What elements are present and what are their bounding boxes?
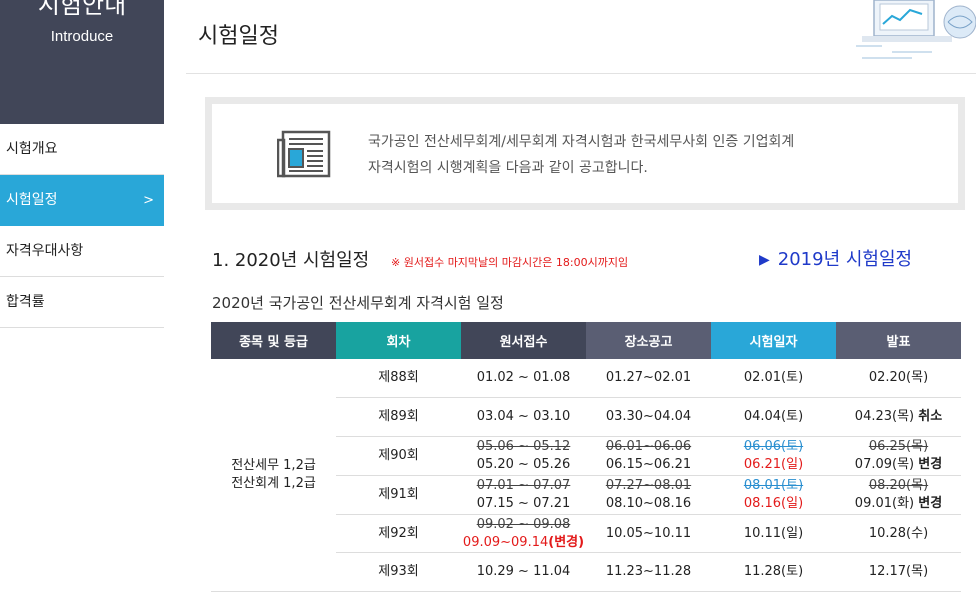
result-cell: 10.28(수) <box>836 514 961 554</box>
sidebar-item-label: 합격률 <box>6 294 45 310</box>
result-cell: 12.17(목) <box>836 552 961 593</box>
newspaper-icon <box>277 130 331 178</box>
chevron-right-icon: > <box>143 193 154 208</box>
round-cell: 제89회 <box>336 397 461 438</box>
result-note: 변경 <box>918 495 943 511</box>
apply-cell: 07.01 ~ 07.07 07.15 ~ 07.21 <box>461 475 586 515</box>
grade-line: 전산세무 1,2급 <box>231 458 316 474</box>
sidebar-item-label: 시험일정 <box>6 192 58 208</box>
round-cell: 제88회 <box>336 359 461 399</box>
exam-cell: 10.11(일) <box>711 514 836 554</box>
exam-cell: 06.06(토) 06.21(일) <box>711 436 836 476</box>
result-old: 06.25(목) <box>868 438 929 454</box>
header-venue: 장소공고 <box>586 322 711 359</box>
apply-old: 09.02 ~ 09.08 <box>476 516 571 532</box>
table-header-row: 종목 및 등급 회차 원서접수 장소공고 시험일자 발표 <box>211 322 961 359</box>
header-divider <box>186 73 976 74</box>
header-application: 원서접수 <box>461 322 586 359</box>
sidebar-item-label: 자격우대사항 <box>6 243 84 259</box>
venue-new: 08.10~08.16 <box>605 495 692 511</box>
apply-cell: 03.04 ~ 03.10 <box>461 397 586 438</box>
sidebar-item-benefits[interactable]: 자격우대사항 <box>0 226 164 277</box>
play-triangle-icon: ▶ <box>759 252 770 268</box>
exam-cell: 08.01(토) 08.16(일) <box>711 475 836 515</box>
result-note: 취소 <box>918 409 943 425</box>
section-heading: 1. 2020년 시험일정 <box>212 250 370 271</box>
exam-cell: 04.04(토) <box>711 397 836 438</box>
section-note: ※ 원서접수 마지막날의 마감시간은 18:00시까지임 <box>391 256 629 269</box>
exam-old: 06.06(토) <box>743 438 804 454</box>
venue-cell: 01.27~02.01 <box>586 359 711 399</box>
result-cell: 02.20(목) <box>836 359 961 399</box>
result-cell: 08.20(목) 09.01(화) 변경 <box>836 475 961 515</box>
notice-text: 국가공인 전산세무회계/세무회계 자격시험과 한국세무사회 인증 기업회계 자격… <box>368 129 794 181</box>
result-date: 07.09(목) <box>854 456 915 472</box>
sidebar-title: 시험안내 <box>37 0 127 19</box>
round-cell: 제91회 <box>336 475 461 515</box>
header-result: 발표 <box>836 322 961 359</box>
exam-new: 08.16(일) <box>743 495 804 511</box>
result-cell: 04.23(목) 취소 <box>836 397 961 438</box>
exam-cell: 02.01(토) <box>711 359 836 399</box>
exam-new: 06.21(일) <box>743 456 804 472</box>
venue-old: 06.01~06.06 <box>605 438 692 454</box>
header-round: 회차 <box>336 322 461 359</box>
round-cell: 제93회 <box>336 552 461 593</box>
apply-new: 07.15 ~ 07.21 <box>476 495 571 511</box>
venue-new: 06.15~06.21 <box>605 456 692 472</box>
venue-old: 07.27~08.01 <box>605 477 692 493</box>
apply-new: 09.09~09.14 <box>462 534 549 550</box>
venue-cell: 11.23~11.28 <box>586 552 711 593</box>
decoration-illustration <box>856 0 976 59</box>
sidebar-item-schedule[interactable]: 시험일정 > <box>0 175 164 226</box>
table-title: 2020년 국가공인 전산세무회계 자격시험 일정 <box>212 294 504 312</box>
result-old: 08.20(목) <box>868 477 929 493</box>
sidebar-header: 시험안내 Introduce <box>0 0 164 124</box>
result-note: 변경 <box>918 456 943 472</box>
header-exam-date: 시험일자 <box>711 322 836 359</box>
venue-cell: 06.01~06.06 06.15~06.21 <box>586 436 711 476</box>
sidebar-item-pass-rate[interactable]: 합격률 <box>0 277 164 328</box>
notice-box: 국가공인 전산세무회계/세무회계 자격시험과 한국세무사회 인증 기업회계 자격… <box>205 97 965 210</box>
round-cell: 제92회 <box>336 514 461 554</box>
sidebar-menu: 시험개요 시험일정 > 자격우대사항 합격률 <box>0 124 164 328</box>
link-2019-label: 2019년 시험일정 <box>777 249 913 270</box>
table-row: 전산세무 1,2급 전산회계 1,2급 제88회 01.02 ~ 01.08 0… <box>211 359 961 593</box>
apply-old: 07.01 ~ 07.07 <box>476 477 571 493</box>
apply-old: 05.06 ~ 05.12 <box>476 438 571 454</box>
sidebar-subtitle: Introduce <box>50 28 114 45</box>
header-category: 종목 및 등급 <box>211 322 336 359</box>
schedule-table: 종목 및 등급 회차 원서접수 장소공고 시험일자 발표 전산세무 1,2급 전… <box>211 322 961 593</box>
notice-line-2: 자격시험의 시행계획을 다음과 같이 공고합니다. <box>368 160 648 176</box>
apply-cell: 09.02 ~ 09.08 09.09~09.14(변경) <box>461 514 586 554</box>
notice-line-1: 국가공인 전산세무회계/세무회계 자격시험과 한국세무사회 인증 기업회계 <box>368 134 795 150</box>
venue-cell: 10.05~10.11 <box>586 514 711 554</box>
apply-cell: 01.02 ~ 01.08 <box>461 359 586 399</box>
link-2019-schedule[interactable]: ▶ 2019년 시험일정 <box>759 245 912 271</box>
sidebar-item-label: 시험개요 <box>6 141 58 157</box>
venue-cell: 07.27~08.01 08.10~08.16 <box>586 475 711 515</box>
apply-cell: 05.06 ~ 05.12 05.20 ~ 05.26 <box>461 436 586 476</box>
apply-new: 05.20 ~ 05.26 <box>476 456 571 472</box>
sidebar: 시험안내 Introduce 시험개요 시험일정 > 자격우대사항 합격률 <box>0 0 164 607</box>
result-date: 09.01(화) <box>854 495 915 511</box>
exam-cell: 11.28(토) <box>711 552 836 593</box>
result-date: 04.23(목) <box>854 409 915 425</box>
apply-note: (변경) <box>548 534 585 550</box>
page-title: 시험일정 <box>198 24 279 49</box>
venue-cell: 03.30~04.04 <box>586 397 711 438</box>
grade-cell: 전산세무 1,2급 전산회계 1,2급 <box>211 359 336 593</box>
notice-inner: 국가공인 전산세무회계/세무회계 자격시험과 한국세무사회 인증 기업회계 자격… <box>212 104 958 203</box>
sidebar-item-overview[interactable]: 시험개요 <box>0 124 164 175</box>
round-cell: 제90회 <box>336 436 461 476</box>
result-cell: 06.25(목) 07.09(목) 변경 <box>836 436 961 476</box>
apply-cell: 10.29 ~ 11.04 <box>461 552 586 593</box>
grade-line: 전산회계 1,2급 <box>231 476 316 492</box>
exam-old: 08.01(토) <box>743 477 804 493</box>
